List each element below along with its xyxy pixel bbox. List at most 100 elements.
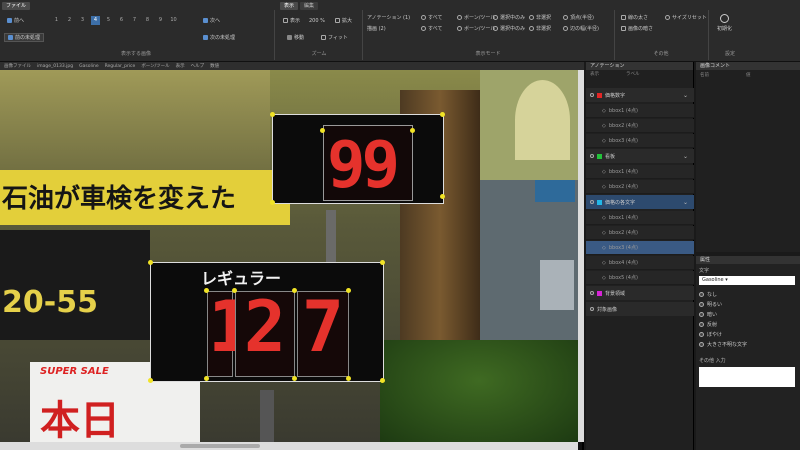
eye-icon[interactable] [590,93,594,97]
viewport-tab[interactable]: 画像ファイル [4,63,31,69]
note-input[interactable] [699,367,795,387]
size-reset-option[interactable]: サイズリセット [662,13,710,22]
next-unlabeled-button[interactable]: 次の未処理 [200,33,238,42]
annotation-item-row[interactable]: ◇ bbox4 (4点) [586,256,694,270]
viewport-tab[interactable]: image_0133.jpg [37,64,73,69]
bbox-handle[interactable] [204,288,209,293]
attribute-option[interactable]: 明るい [699,300,722,309]
bbox-handle[interactable] [270,200,275,205]
line-width-option[interactable]: 線の太さ [618,13,651,22]
annotation-item-row[interactable]: ◇ bbox3 (4点) [586,134,694,148]
page-number-6[interactable]: 6 [117,16,126,25]
annotation-class-label: 看板 [605,153,616,160]
text-attribute-select[interactable]: Gasoline ▾ [699,276,795,285]
prev-unlabeled-button[interactable]: 前の未処理 [4,33,44,42]
bbox-handle[interactable] [204,376,209,381]
mode-option[interactable]: 選択中のみ [490,13,528,22]
price-digit-1[interactable]: 1 [207,291,250,377]
mode-option[interactable]: すべて [418,13,445,22]
chevron-down-icon[interactable]: ⌄ [683,153,688,160]
annotated-photo[interactable]: 石油が車検を変えた 20-55 SUPER SALE 本日 99 レギュラー 1… [0,70,578,442]
annotation-class-row[interactable]: 背景領域 [586,286,694,300]
attribute-option[interactable]: 暗い [699,310,717,319]
bbox-handle[interactable] [410,128,415,133]
attribute-option[interactable]: なし [699,290,717,299]
annotation-class-row[interactable]: 看板 ⌄ [586,149,694,163]
next-button[interactable]: 次へ [200,16,223,25]
bbox-handle[interactable] [440,112,445,117]
vertical-scrollbar[interactable] [578,70,584,442]
page-number-3[interactable]: 3 [78,16,87,25]
eye-icon[interactable] [590,154,594,158]
viewport-tab[interactable]: Gasoline [79,64,98,69]
bbox-handle[interactable] [320,128,325,133]
mode-option[interactable]: すべて [418,24,445,33]
annotation-item-row[interactable]: ◇ bbox2 (4点) [586,119,694,133]
image-dark-option[interactable]: 画像の暗さ [618,24,656,33]
annotation-item-row[interactable]: ◇ bbox1 (4点) [586,211,694,225]
eye-icon[interactable] [590,291,594,295]
chevron-down-icon[interactable]: ⌄ [683,199,688,206]
viewport-tab[interactable]: Regular_price [105,64,136,69]
edge-width-option[interactable]: 辺の幅(半径) [560,24,602,33]
zoom-in-button[interactable]: 拡大 [332,16,355,25]
page-number-4[interactable]: 4 [91,16,100,25]
viewport-tab[interactable]: 表示 [176,63,185,69]
page-number-1[interactable]: 1 [52,16,61,25]
viewport-tab[interactable]: 数値 [210,63,219,69]
bbox-handle[interactable] [148,260,153,265]
page-number-9[interactable]: 9 [156,16,165,25]
annotation-class-row[interactable]: 対象画像 [586,302,694,316]
annotation-item-row[interactable]: ◇ bbox3 (4点) [586,241,694,255]
annotation-item-row[interactable]: ◇ bbox1 (4点) [586,104,694,118]
page-number-2[interactable]: 2 [65,16,74,25]
page-number-8[interactable]: 8 [143,16,152,25]
mode-option[interactable]: 非選択 [526,13,554,22]
bbox-handle[interactable] [232,288,237,293]
prev-button[interactable]: 前へ [4,16,27,25]
bbox-handle[interactable] [292,376,297,381]
fit-button[interactable]: フィット [318,33,351,42]
reset-button[interactable]: 初期化 [714,14,735,40]
page-number-5[interactable]: 5 [104,16,113,25]
attribute-option[interactable]: 大きさ不明な文字 [699,340,747,349]
bbox-handle[interactable] [380,378,385,383]
eye-icon[interactable] [590,307,594,311]
bottom-price-signboard[interactable]: レギュラー 1 2 7 [150,262,384,382]
bbox-handle[interactable] [270,112,275,117]
annotation-item-row[interactable]: ◇ bbox5 (4点) [586,271,694,285]
bbox-handle[interactable] [148,378,153,383]
vertex-radius-option[interactable]: 頂点(半径) [560,13,597,22]
page-number-7[interactable]: 7 [130,16,139,25]
bbox-handle[interactable] [380,260,385,265]
image-viewport[interactable]: 画像ファイル image_0133.jpg Gasoline Regular_pric… [0,62,584,450]
tab-file[interactable]: ファイル [2,2,31,10]
tab-view[interactable]: 表示 [280,2,299,10]
top-price-signboard[interactable]: 99 [272,114,444,204]
bbox-handle[interactable] [440,194,445,199]
price-digit-3[interactable]: 7 [297,291,349,377]
zoom-value[interactable]: 200 % [306,16,328,25]
price-digit-2[interactable]: 2 [235,291,295,377]
attribute-option[interactable]: ぼやけ [699,330,722,339]
viewport-tab[interactable]: ヘルプ [191,63,205,69]
annotation-class-row[interactable]: 価格の各文字 ⌄ [586,195,694,209]
scroll-thumb[interactable] [180,444,260,448]
move-button[interactable]: 移動 [284,33,307,42]
attribute-option[interactable]: 反射 [699,320,717,329]
annotation-item-row[interactable]: ◇ bbox2 (4点) [586,180,694,194]
tab-edit[interactable]: 編集 [300,2,319,10]
horizontal-scrollbar[interactable] [0,442,578,450]
chevron-down-icon[interactable]: ⌄ [683,92,688,99]
page-number-10[interactable]: 10 [169,16,178,25]
viewport-tab[interactable]: ボーン/ツール [141,63,169,69]
mode-option[interactable]: 非選択 [526,24,554,33]
bbox-handle[interactable] [346,288,351,293]
bbox-handle[interactable] [346,376,351,381]
bbox-handle[interactable] [292,288,297,293]
annotation-class-row[interactable]: 価格数字 ⌄ [586,88,694,102]
annotation-item-row[interactable]: ◇ bbox2 (4点) [586,226,694,240]
eye-icon[interactable] [590,200,594,204]
annotation-item-row[interactable]: ◇ bbox1 (4点) [586,165,694,179]
mode-option[interactable]: 選択中のみ [490,24,528,33]
